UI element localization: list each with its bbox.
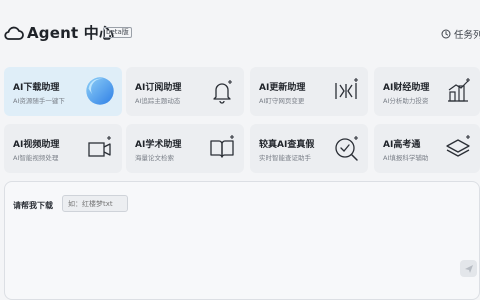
card-fact-check[interactable]: 较真AI查真假 实时智能查证助手 xyxy=(250,124,368,173)
download-blob-icon xyxy=(86,77,114,105)
book-icon xyxy=(210,135,234,158)
card-desc: 海量论文检索 xyxy=(135,154,174,162)
finance-chart-icon xyxy=(448,78,470,102)
card-desc: AI智能视频处理 xyxy=(13,154,59,162)
card-download-assistant[interactable]: AI下载助理 AI资源随手一键下 xyxy=(4,67,122,116)
header: Agent 中心 beta版 任务列 xyxy=(0,0,480,62)
task-list-label: 任务列 xyxy=(454,30,480,41)
beta-badge: beta版 xyxy=(103,27,132,38)
send-button[interactable] xyxy=(460,260,477,277)
card-academic-assistant[interactable]: AI学术助理 海量论文检索 xyxy=(126,124,244,173)
card-subscribe-assistant[interactable]: AI订阅助理 AI追踪主题动态 xyxy=(126,67,244,116)
brand-title: Agent 中心 xyxy=(27,24,115,42)
video-icon xyxy=(88,136,111,157)
card-update-assistant[interactable]: AI更新助理 AI盯守网页变更 xyxy=(250,67,368,116)
card-title: AI订阅助理 xyxy=(135,83,182,93)
card-finance-assistant[interactable]: AI财经助理 AI分析助力投资 xyxy=(374,67,480,116)
layers-icon xyxy=(446,135,470,157)
card-title: AI学术助理 xyxy=(135,140,182,150)
card-desc: AI盯守网页变更 xyxy=(259,97,305,105)
card-title: AI更新助理 xyxy=(259,83,306,93)
card-title: AI高考通 xyxy=(383,140,421,150)
download-query-input[interactable] xyxy=(62,195,128,212)
card-title: AI下载助理 xyxy=(13,83,60,93)
card-desc: AI分析助力投资 xyxy=(383,97,429,105)
bell-icon xyxy=(213,80,232,104)
task-list-button[interactable]: 任务列 xyxy=(441,27,480,41)
update-bars-icon xyxy=(335,78,358,99)
card-desc: AI资源随手一键下 xyxy=(13,97,65,105)
cloud-logo-icon[interactable] xyxy=(4,23,24,43)
clock-icon xyxy=(441,29,451,39)
card-desc: AI填报科学辅助 xyxy=(383,154,429,162)
card-gaokao-assistant[interactable]: AI高考通 AI填报科学辅助 xyxy=(374,124,480,173)
card-title: AI财经助理 xyxy=(383,83,430,93)
send-icon xyxy=(464,264,473,273)
verify-check-icon xyxy=(335,136,358,161)
card-desc: 实时智能查证助手 xyxy=(259,154,311,162)
prompt-label: 请帮我下载 xyxy=(13,201,53,210)
card-video-assistant[interactable]: AI视频助理 AI智能视频处理 xyxy=(4,124,122,173)
card-title: 较真AI查真假 xyxy=(259,140,315,150)
prompt-panel: 请帮我下载 xyxy=(4,181,480,300)
card-desc: AI追踪主题动态 xyxy=(135,97,181,105)
card-title: AI视频助理 xyxy=(13,140,60,150)
